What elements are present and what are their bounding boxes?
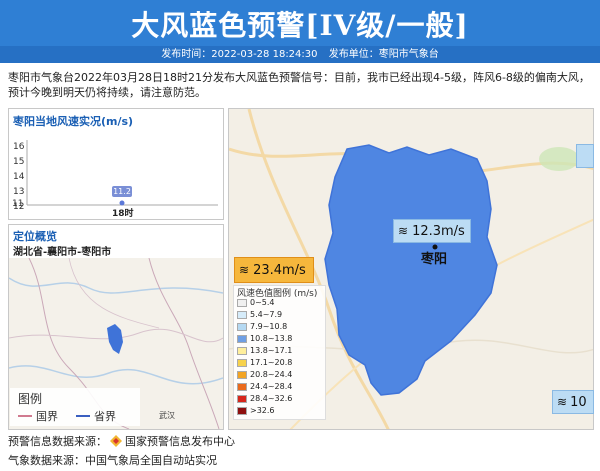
data-point — [119, 200, 125, 206]
city-label: 武汉 — [159, 410, 175, 420]
legend-row: 13.8~17.1 — [237, 345, 292, 356]
legend-item-national: 国界 — [36, 410, 58, 423]
legend-swatch — [237, 310, 247, 319]
legend-swatch — [237, 406, 247, 415]
wind-icon: ≋ — [239, 263, 250, 277]
wind-value-c: 10 — [570, 394, 587, 410]
value-label: 11.2 — [112, 186, 132, 197]
legend-row: 10.8~13.8 — [237, 333, 292, 344]
x-label: 18时 — [112, 209, 134, 219]
wind-station-edge[interactable] — [576, 144, 594, 168]
legend-row: 7.9~10.8 — [237, 321, 287, 332]
legend-swatch — [237, 358, 247, 367]
province-border-swatch — [76, 415, 90, 417]
overview-legend: 图例 国界 省界 — [10, 388, 140, 426]
wind-station-b[interactable]: ≋ 23.4m/s — [234, 257, 314, 283]
source-line-1: 预警信息数据来源： 国家预警信息发布中心 — [8, 433, 235, 449]
zaoyang-region[interactable] — [324, 144, 498, 396]
wind-color-legend: 风速色值图例 (m/s) 0~5.4 5.4~7.9 7.9~10.8 10.8… — [233, 285, 326, 420]
legend-row: 5.4~7.9 — [237, 309, 282, 320]
national-border-swatch — [18, 415, 32, 417]
legend-swatch — [237, 346, 247, 355]
source1-label: 预警信息数据来源： — [8, 435, 107, 448]
city-marker — [432, 244, 438, 250]
zaoyang-marker — [107, 324, 123, 354]
legend-swatch — [237, 322, 247, 331]
legend-swatch — [237, 334, 247, 343]
wind-value-b: 23.4m/s — [253, 262, 306, 278]
wind-station-a[interactable]: ≋ 12.3m/s — [393, 219, 471, 243]
legend-swatch — [237, 370, 247, 379]
location-path: 湖北省-襄阳市-枣阳市 — [13, 247, 112, 258]
location-title: 定位概览 — [13, 230, 57, 243]
legend-item-province: 省界 — [94, 410, 116, 423]
legend-row: 17.1~20.8 — [237, 357, 292, 368]
city-center-label: 枣阳 — [420, 251, 447, 267]
source-line-2: 气象数据来源：中国气象局全国自动站实况 — [8, 454, 217, 467]
legend-swatch — [237, 382, 247, 391]
legend-row: 20.8~24.4 — [237, 369, 292, 380]
wind-icon: ≋ — [398, 224, 409, 238]
legend-row: >32.6 — [237, 405, 275, 416]
wind-icon: ≋ — [557, 395, 568, 409]
wind-value-a: 12.3m/s — [412, 223, 465, 239]
wind-station-c[interactable]: ≋ 10 — [552, 390, 594, 414]
legend-row: 24.4~28.4 — [237, 381, 292, 392]
legend-title: 图例 — [18, 392, 43, 406]
legend-swatch — [237, 394, 247, 403]
legend-row: 0~5.4 — [237, 297, 275, 308]
legend-swatch — [237, 298, 247, 307]
warning-center-logo-icon — [110, 435, 122, 447]
legend-row: 28.4~32.6 — [237, 393, 292, 404]
source1-value[interactable]: 国家预警信息发布中心 — [125, 433, 235, 449]
